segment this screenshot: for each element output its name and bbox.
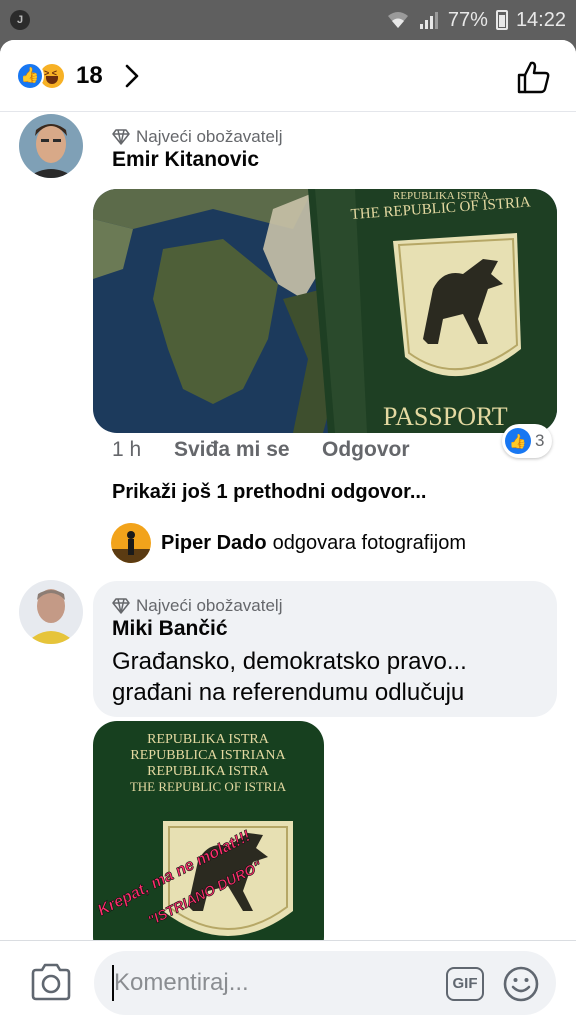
comment-photo[interactable]: REPUBLIKA ISTRA REPUBBLICA ISTRIANA REPU… [93, 721, 324, 961]
comment-input[interactable] [94, 951, 556, 1015]
avatar-miki[interactable] [19, 580, 83, 644]
comment-text-line-1: Građansko, demokratsko pravo... [112, 648, 467, 675]
comment-composer: GIF [0, 940, 576, 1024]
top-fan-badge: Najveći obožavatelj [112, 127, 282, 147]
like-reaction-icon: 👍 [16, 62, 44, 90]
avatar-emir[interactable] [19, 114, 83, 178]
comment-author[interactable]: Emir Kitanovic [112, 148, 259, 172]
app-notification-icon: J [10, 10, 30, 30]
photo-caption-3: PASSPORT [383, 402, 508, 431]
photo-caption-2: REPUBBLICA ISTRIANA [130, 748, 286, 763]
comment-photo[interactable]: REPUBLIKA ISTRA THE REPUBLIC OF ISTRIA P… [93, 189, 557, 433]
comments-sheet: 👍 > < 18 Najveći obožavatelj Emir Kitano… [0, 40, 576, 1024]
comment-actions: 1 h Sviđa mi se Odgovor [112, 438, 410, 462]
reply-author: Piper Dado [161, 531, 267, 554]
badge-label: Najveći obožavatelj [136, 127, 283, 146]
reactions-header: 👍 > < 18 [0, 40, 576, 112]
emoji-icon[interactable] [502, 965, 540, 1003]
view-more-replies[interactable]: Prikaži još 1 prethodni odgovor... [112, 481, 427, 504]
text-caret [112, 965, 114, 1001]
status-indicators: 77% 14:22 [386, 8, 566, 32]
reaction-count[interactable]: 18 [76, 62, 103, 90]
status-bar: J 77% 14:22 [0, 0, 576, 40]
like-reaction-icon: 👍 [505, 428, 531, 454]
comment-text-line-2: građani na referendumu odlučuju [112, 679, 465, 706]
chevron-right-icon[interactable] [118, 62, 146, 90]
clock: 14:22 [515, 8, 566, 31]
diamond-icon [112, 598, 130, 614]
like-outline-icon[interactable] [514, 58, 552, 96]
reaction-summary[interactable]: 👍 > < [16, 62, 76, 90]
photo-caption-1: REPUBLIKA ISTRA [147, 732, 270, 747]
comment-reactions[interactable]: 👍 3 [502, 424, 553, 458]
avatar-piper [111, 523, 151, 563]
reply-button[interactable]: Odgovor [322, 438, 410, 462]
battery-percent: 77% [447, 8, 488, 31]
reply-preview[interactable]: Piper Dado odgovara fotografijom [111, 523, 466, 563]
wifi-icon [387, 12, 408, 28]
comment-author[interactable]: Miki Bančić [112, 617, 228, 641]
photo-caption-4: THE REPUBLIC OF ISTRIA [130, 779, 287, 794]
battery-icon [495, 10, 508, 30]
comment-time: 1 h [112, 438, 142, 461]
reply-verb: odgovara fotografijom [272, 531, 467, 554]
photo-caption-3: REPUBLIKA ISTRA [147, 764, 270, 779]
diamond-icon [112, 129, 130, 145]
gif-button[interactable]: GIF [446, 967, 484, 1001]
signal-icon [419, 12, 438, 29]
badge-label: Najveći obožavatelj [136, 596, 283, 615]
like-button[interactable]: Sviđa mi se [174, 438, 322, 462]
top-fan-badge: Najveći obožavatelj [112, 596, 282, 616]
camera-icon[interactable] [30, 963, 72, 1001]
comment-reaction-count: 3 [535, 431, 545, 450]
